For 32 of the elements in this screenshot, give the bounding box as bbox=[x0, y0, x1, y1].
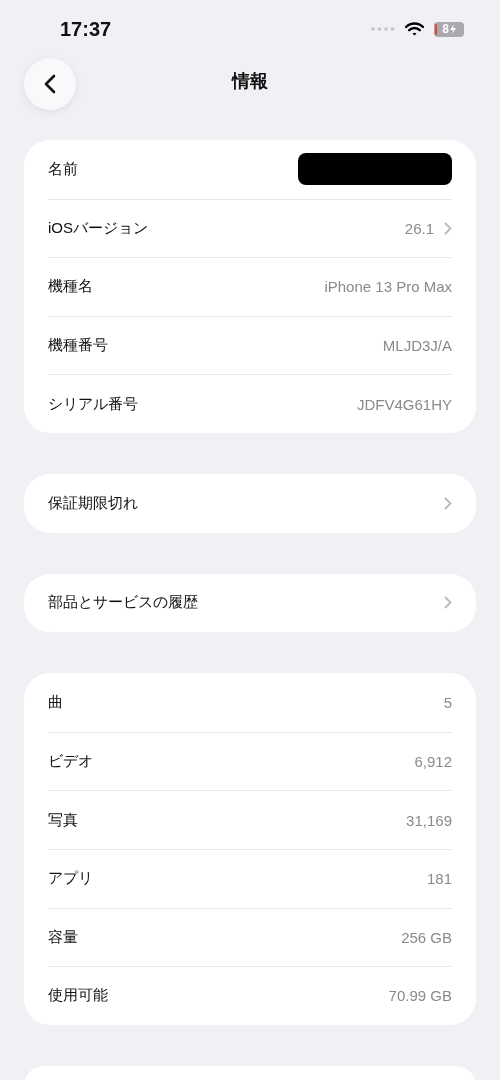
row-label: アプリ bbox=[48, 869, 93, 889]
row-value: iPhone 13 Pro Max bbox=[324, 278, 452, 296]
chevron-icon[interactable] bbox=[444, 496, 452, 510]
signal-icon bbox=[371, 27, 395, 31]
row-label: 名前 bbox=[48, 159, 78, 179]
back-icon[interactable] bbox=[44, 74, 56, 94]
row-label: 機種名 bbox=[48, 277, 93, 297]
wifi-icon bbox=[405, 22, 424, 36]
chevron-icon[interactable] bbox=[444, 221, 452, 235]
row-value: 5 bbox=[443, 693, 452, 711]
row-value: 26.1 bbox=[404, 219, 434, 237]
row-value: JDFV4G61HY bbox=[356, 395, 452, 413]
row-value: 6,912 bbox=[414, 753, 452, 771]
row-value: 181 bbox=[426, 870, 452, 888]
row-value: 256 GB bbox=[401, 928, 452, 946]
page-title: 情報 bbox=[232, 70, 268, 93]
chevron-icon[interactable] bbox=[444, 596, 452, 610]
row-label: ビデオ bbox=[48, 752, 93, 772]
row-label: 機種番号 bbox=[48, 336, 108, 356]
row-label: 使用可能 bbox=[48, 986, 108, 1006]
row-value: MLJD3J/A bbox=[382, 337, 452, 355]
row-label: 写真 bbox=[48, 810, 78, 830]
status-time: 17:37 bbox=[60, 17, 112, 41]
row-label: 曲 bbox=[48, 692, 63, 712]
row-label: 容量 bbox=[48, 927, 78, 947]
row-label: iOSバージョン bbox=[48, 218, 148, 238]
row-label: 部品とサービスの履歴 bbox=[48, 593, 198, 613]
row-value: 31,169 bbox=[406, 811, 452, 829]
row-label: 保証期限切れ bbox=[48, 493, 138, 513]
row-value: 70.99 GB bbox=[388, 987, 452, 1005]
battery-indicator: 8 bbox=[434, 21, 464, 37]
row-label: シリアル番号 bbox=[48, 394, 138, 414]
